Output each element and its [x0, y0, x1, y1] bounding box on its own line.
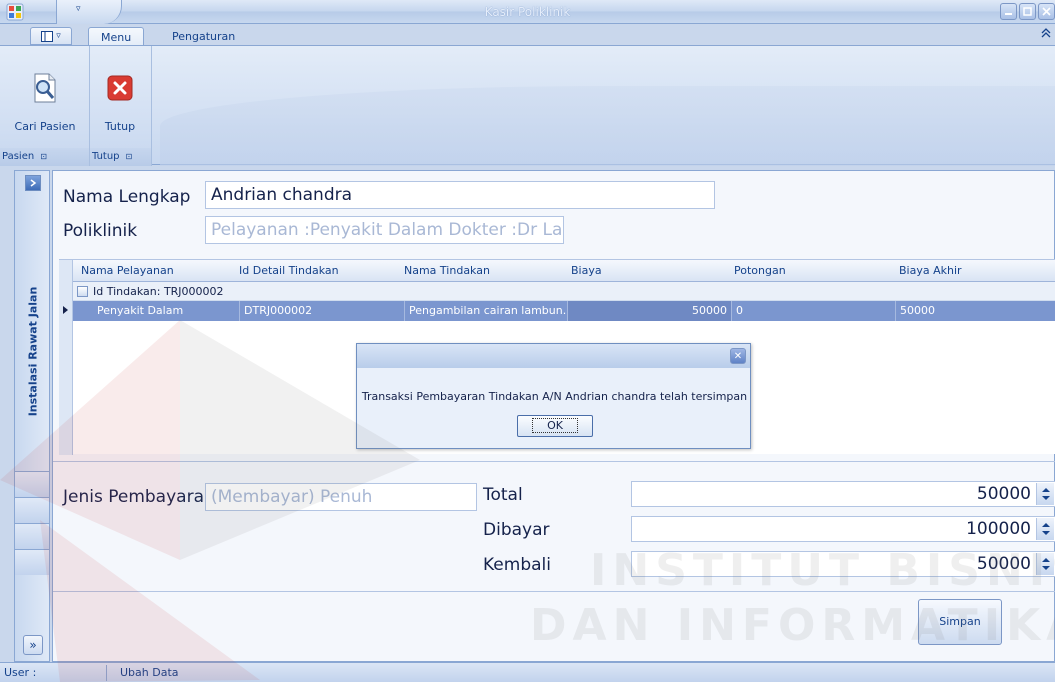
group-label-tutup: Tutup ⊡: [90, 148, 151, 166]
dialog-message: Transaksi Pembayaran Tindakan A/N Andria…: [361, 390, 748, 403]
nama-lengkap-label: Nama Lengkap: [63, 187, 191, 207]
status-separator: [106, 665, 107, 681]
cell-biaya[interactable]: 50000: [568, 301, 732, 321]
column-header[interactable]: Biaya: [571, 264, 602, 277]
jenis-pembayaran-field[interactable]: (Membayar) Penuh: [205, 483, 477, 511]
status-bar: User : Ubah Data: [0, 662, 1055, 682]
poliklinik-label: Poliklinik: [63, 221, 138, 241]
search-document-icon: [34, 73, 56, 103]
dibayar-label: Dibayar: [483, 520, 550, 540]
table-row[interactable]: Penyakit Dalam DTRJ000002 Pengambilan ca…: [59, 301, 1055, 321]
group-row[interactable]: Id Tindakan: TRJ000002: [59, 282, 1055, 301]
app-menu-dropdown-icon: ▿: [56, 31, 61, 41]
cell-potongan[interactable]: 0: [732, 301, 896, 321]
dialog-launcher-icon[interactable]: ⊡: [126, 152, 133, 161]
total-field[interactable]: 50000: [631, 481, 1055, 507]
nav-expand-button[interactable]: »: [23, 635, 43, 655]
close-window-button[interactable]: [1038, 3, 1055, 20]
column-header[interactable]: Nama Tindakan: [404, 264, 490, 277]
ribbon-panel: Cari Pasien Pasien ⊡ Tutup Tutup ⊡: [0, 45, 1055, 166]
chevron-right-icon: [30, 179, 37, 187]
close-icon: [1042, 7, 1051, 16]
cell-nama-pelayanan[interactable]: Penyakit Dalam: [73, 301, 240, 321]
poliklinik-field[interactable]: Pelayanan :Penyakit Dalam Dokter :Dr Lal…: [205, 216, 564, 244]
cell-id-detail[interactable]: DTRJ000002: [240, 301, 405, 321]
nav-item[interactable]: [15, 523, 49, 549]
group-row-label: Id Tindakan: TRJ000002: [93, 285, 224, 298]
collapse-ribbon-icon[interactable]: [1041, 28, 1051, 41]
nav-item[interactable]: [15, 497, 49, 523]
column-header[interactable]: Nama Pelayanan: [81, 264, 174, 277]
nama-lengkap-field[interactable]: Andrian chandra: [205, 181, 715, 209]
mode-label: Ubah Data: [120, 666, 179, 679]
watermark-text: INSTITUT BISNIS: [590, 545, 1055, 596]
cari-pasien-button[interactable]: Cari Pasien: [1, 72, 89, 133]
nav-item[interactable]: [15, 549, 49, 575]
ribbon-group-pasien: Cari Pasien Pasien ⊡: [0, 46, 90, 166]
nav-item[interactable]: [15, 471, 49, 497]
cari-pasien-label: Cari Pasien: [14, 120, 76, 133]
cell-biaya-akhir[interactable]: 50000: [896, 301, 1055, 321]
dialog-launcher-icon[interactable]: ⊡: [40, 152, 47, 161]
tutup-button[interactable]: Tutup: [90, 72, 150, 133]
title-bar: ▿ Kasir Poliklinik: [0, 0, 1055, 24]
dialog-title-bar: ✕: [357, 344, 750, 368]
minimize-icon: [1005, 13, 1012, 15]
spin-button[interactable]: [1036, 483, 1054, 505]
total-label: Total: [483, 485, 523, 505]
group-label-pasien: Pasien ⊡: [0, 148, 89, 166]
nav-pane-title: Instalasi Rawat Jalan: [26, 286, 40, 416]
maximize-button[interactable]: [1019, 3, 1036, 20]
jenis-pembayaran-label: Jenis Pembayaran: [63, 487, 215, 507]
window-controls: [1000, 3, 1055, 20]
current-row-icon: [63, 306, 68, 314]
app-menu-button[interactable]: ▿: [30, 27, 72, 45]
user-label: User :: [4, 666, 37, 679]
minimize-button[interactable]: [1000, 3, 1017, 20]
tab-pengaturan[interactable]: Pengaturan: [160, 27, 247, 46]
tab-menu[interactable]: Menu: [88, 27, 145, 46]
column-header[interactable]: Id Detail Tindakan: [239, 264, 339, 277]
section-divider: [53, 461, 1055, 462]
group-toggle-icon[interactable]: [77, 286, 88, 297]
ribbon-decoration: [160, 86, 1055, 166]
close-red-icon: [107, 75, 133, 101]
ok-button[interactable]: OK: [517, 415, 593, 437]
maximize-icon: [1023, 7, 1032, 16]
column-header[interactable]: Potongan: [734, 264, 786, 277]
tutup-label: Tutup: [104, 120, 136, 133]
nav-collapse-button[interactable]: [25, 175, 41, 191]
panel-icon: [41, 30, 54, 42]
ribbon-group-tutup: Tutup Tutup ⊡: [90, 46, 152, 166]
watermark-text: DAN INFORMATIKA: [530, 600, 1055, 651]
navigation-pane: Instalasi Rawat Jalan »: [14, 170, 50, 662]
cell-nama-tindakan[interactable]: Pengambilan cairan lambun...: [405, 301, 568, 321]
column-header[interactable]: Biaya Akhir: [899, 264, 962, 277]
grid-header: Nama Pelayanan Id Detail Tindakan Nama T…: [59, 260, 1055, 282]
dibayar-field[interactable]: 100000: [631, 516, 1055, 542]
window-title: Kasir Poliklinik: [484, 5, 571, 19]
spin-button[interactable]: [1036, 518, 1054, 540]
dialog-close-button[interactable]: ✕: [730, 348, 746, 364]
kembali-label: Kembali: [483, 555, 551, 575]
message-dialog: ✕ Transaksi Pembayaran Tindakan A/N Andr…: [356, 343, 751, 449]
ribbon-tab-row: ▿ Menu Pengaturan: [0, 24, 1055, 46]
